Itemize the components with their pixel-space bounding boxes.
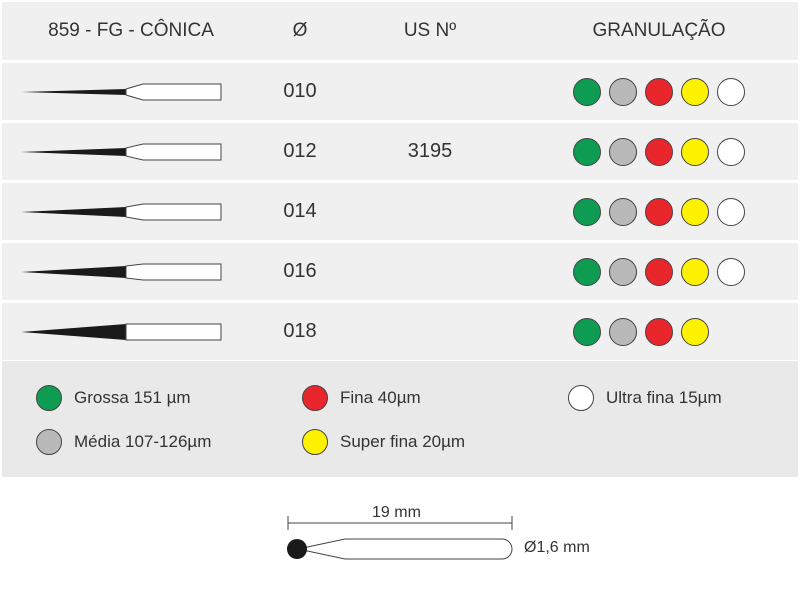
legend-fina-label: Fina 40µm <box>340 388 421 407</box>
bur-illustration <box>2 123 260 180</box>
red-dot-icon <box>645 257 673 286</box>
product-table: 859 - FG - CÔNICA Ø US Nº GRANULAÇÃO 010… <box>2 2 798 363</box>
green-dot-icon <box>36 385 62 411</box>
row-size: 012 <box>283 140 317 162</box>
row-size: 014 <box>283 200 317 222</box>
white-dot-icon <box>717 197 745 226</box>
grit-dots <box>573 257 745 286</box>
header-granulation: GRANULAÇÃO <box>592 20 726 41</box>
row-granulation <box>520 183 798 240</box>
gray-dot-icon <box>609 317 637 346</box>
green-dot-icon <box>573 197 601 226</box>
gray-dot-icon <box>609 77 637 106</box>
white-dot-icon <box>717 257 745 286</box>
gray-dot-icon <box>609 197 637 226</box>
legend-media: Média 107-126µm <box>36 429 211 455</box>
legend-grossa-label: Grossa 151 µm <box>74 388 191 407</box>
bur-dimension-diagram: 19 mm Ø1,6 mm <box>0 490 800 600</box>
length-label: 19 mm <box>372 504 421 521</box>
conical-bur-icon <box>21 83 222 100</box>
empty-dot-slot <box>717 318 745 346</box>
table-header: 859 - FG - CÔNICA Ø US Nº GRANULAÇÃO <box>2 2 798 60</box>
white-dot-icon <box>717 77 745 106</box>
header-diameter: Ø <box>292 20 308 41</box>
grit-dots <box>573 77 745 106</box>
conical-bur-icon <box>21 323 222 340</box>
white-dot-icon <box>568 385 594 411</box>
table-row: 014 <box>2 183 798 240</box>
grit-dots <box>573 137 745 166</box>
green-dot-icon <box>573 77 601 106</box>
table-row: 010 <box>2 63 798 120</box>
table-row: 016 <box>2 243 798 300</box>
gray-dot-icon <box>36 429 62 455</box>
yellow-dot-icon <box>681 197 709 226</box>
yellow-dot-icon <box>681 317 709 346</box>
white-dot-icon <box>717 137 745 166</box>
conical-bur-icon <box>21 143 222 160</box>
row-us-number <box>340 63 520 120</box>
green-dot-icon <box>573 137 601 166</box>
row-granulation <box>520 303 798 360</box>
row-size: 016 <box>283 260 317 282</box>
gray-dot-icon <box>609 137 637 166</box>
yellow-dot-icon <box>681 257 709 286</box>
bur-shank-shape <box>297 538 513 560</box>
bur-illustration <box>2 303 260 360</box>
row-us-number <box>340 303 520 360</box>
bur-head-icon <box>287 539 307 559</box>
legend-fina: Fina 40µm <box>302 385 421 411</box>
table-row: 018 <box>2 303 798 360</box>
row-granulation <box>520 63 798 120</box>
red-dot-icon <box>302 385 328 411</box>
legend-ultra-fina: Ultra fina 15µm <box>568 385 722 411</box>
green-dot-icon <box>573 257 601 286</box>
header-model: 859 - FG - CÔNICA <box>48 20 214 41</box>
row-size: 010 <box>283 80 317 102</box>
yellow-dot-icon <box>681 77 709 106</box>
grit-dots <box>573 317 745 346</box>
conical-bur-icon <box>21 263 222 280</box>
legend-super-fina-label: Super fina 20µm <box>340 432 466 451</box>
red-dot-icon <box>645 197 673 226</box>
row-size: 018 <box>283 320 317 342</box>
row-us-number: 3195 <box>407 140 453 162</box>
red-dot-icon <box>645 77 673 106</box>
yellow-dot-icon <box>302 429 328 455</box>
yellow-dot-icon <box>681 137 709 166</box>
legend-super-fina: Super fina 20µm <box>302 429 465 455</box>
row-us-number <box>340 183 520 240</box>
grit-legend: Grossa 151 µm Média 107-126µm Fina 40µm … <box>2 361 798 477</box>
shank-diameter-label: Ø1,6 mm <box>524 539 590 556</box>
grit-dots <box>573 197 745 226</box>
row-granulation <box>520 123 798 180</box>
legend-grossa: Grossa 151 µm <box>36 385 191 411</box>
legend-media-label: Média 107-126µm <box>74 432 212 451</box>
bur-illustration <box>2 63 260 120</box>
legend-ultra-fina-label: Ultra fina 15µm <box>606 388 722 407</box>
row-granulation <box>520 243 798 300</box>
header-us-no: US Nº <box>403 20 457 41</box>
green-dot-icon <box>573 317 601 346</box>
table-row: 012 3195 <box>2 123 798 180</box>
bur-illustration <box>2 183 260 240</box>
red-dot-icon <box>645 317 673 346</box>
bur-illustration <box>2 243 260 300</box>
red-dot-icon <box>645 137 673 166</box>
row-us-number <box>340 243 520 300</box>
gray-dot-icon <box>609 257 637 286</box>
conical-bur-icon <box>21 203 222 220</box>
